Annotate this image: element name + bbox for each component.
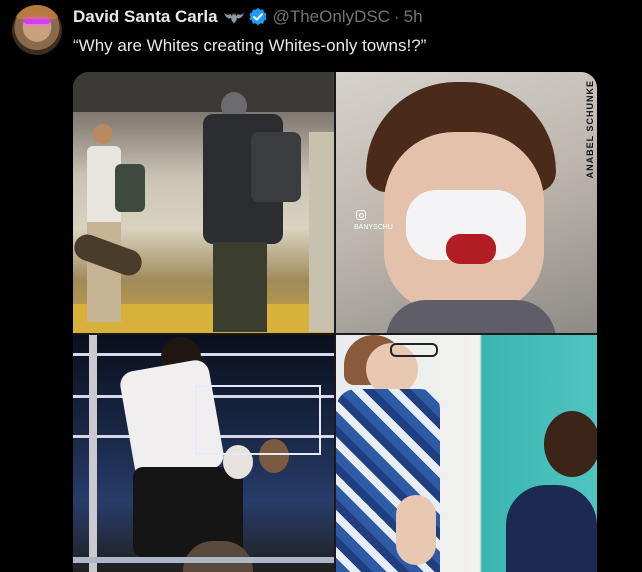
ring-rope-top xyxy=(73,353,334,356)
teacher-glasses xyxy=(390,343,438,357)
ring-apron-rope xyxy=(73,557,334,563)
hooded-backpack xyxy=(251,132,301,202)
avatar-laser-eyes xyxy=(24,19,50,24)
hooded-legs xyxy=(213,242,267,332)
verified-badge-icon[interactable] xyxy=(248,7,268,27)
bat-emoji-icon xyxy=(223,10,245,24)
tweet-header: David Santa Carla @TheOnlyDSC · 5h xyxy=(73,6,423,28)
instagram-icon xyxy=(356,210,366,220)
ceiling xyxy=(73,72,334,112)
author-display-name[interactable]: David Santa Carla xyxy=(73,7,218,27)
author-handle[interactable]: @TheOnlyDSC xyxy=(273,7,390,27)
avatar-hair xyxy=(16,5,58,19)
subway-platform-photo[interactable] xyxy=(73,72,334,333)
injured-man-selfie-photo[interactable]: BANYSCHU ANABEL SCHUNKE xyxy=(336,72,597,333)
tweet-timestamp[interactable]: 5h xyxy=(404,7,423,27)
arena-screen-frame xyxy=(195,385,321,455)
instagram-tag: BANYSCHU xyxy=(354,224,393,231)
tweet-text: “Why are Whites creating Whites-only tow… xyxy=(73,36,427,55)
teacher-arm xyxy=(396,495,436,565)
tweet-card[interactable]: David Santa Carla @TheOnlyDSC · 5h “Why … xyxy=(0,0,642,572)
student-shirt xyxy=(506,485,597,572)
person-head xyxy=(93,124,113,144)
blood-wound xyxy=(446,234,496,264)
person-backpack xyxy=(115,164,145,212)
header-separator: · xyxy=(393,7,400,26)
classroom-teacher-photo[interactable] xyxy=(336,335,597,572)
shirt xyxy=(386,300,556,333)
wrestling-ring-photo[interactable] xyxy=(73,335,334,572)
photo-watermark: ANABEL SCHUNKE xyxy=(585,80,595,179)
ring-post xyxy=(89,335,97,572)
author-avatar[interactable] xyxy=(12,5,62,55)
wall-column xyxy=(309,132,334,332)
student-head xyxy=(544,411,597,477)
media-grid: BANYSCHU ANABEL SCHUNKE xyxy=(73,72,597,572)
